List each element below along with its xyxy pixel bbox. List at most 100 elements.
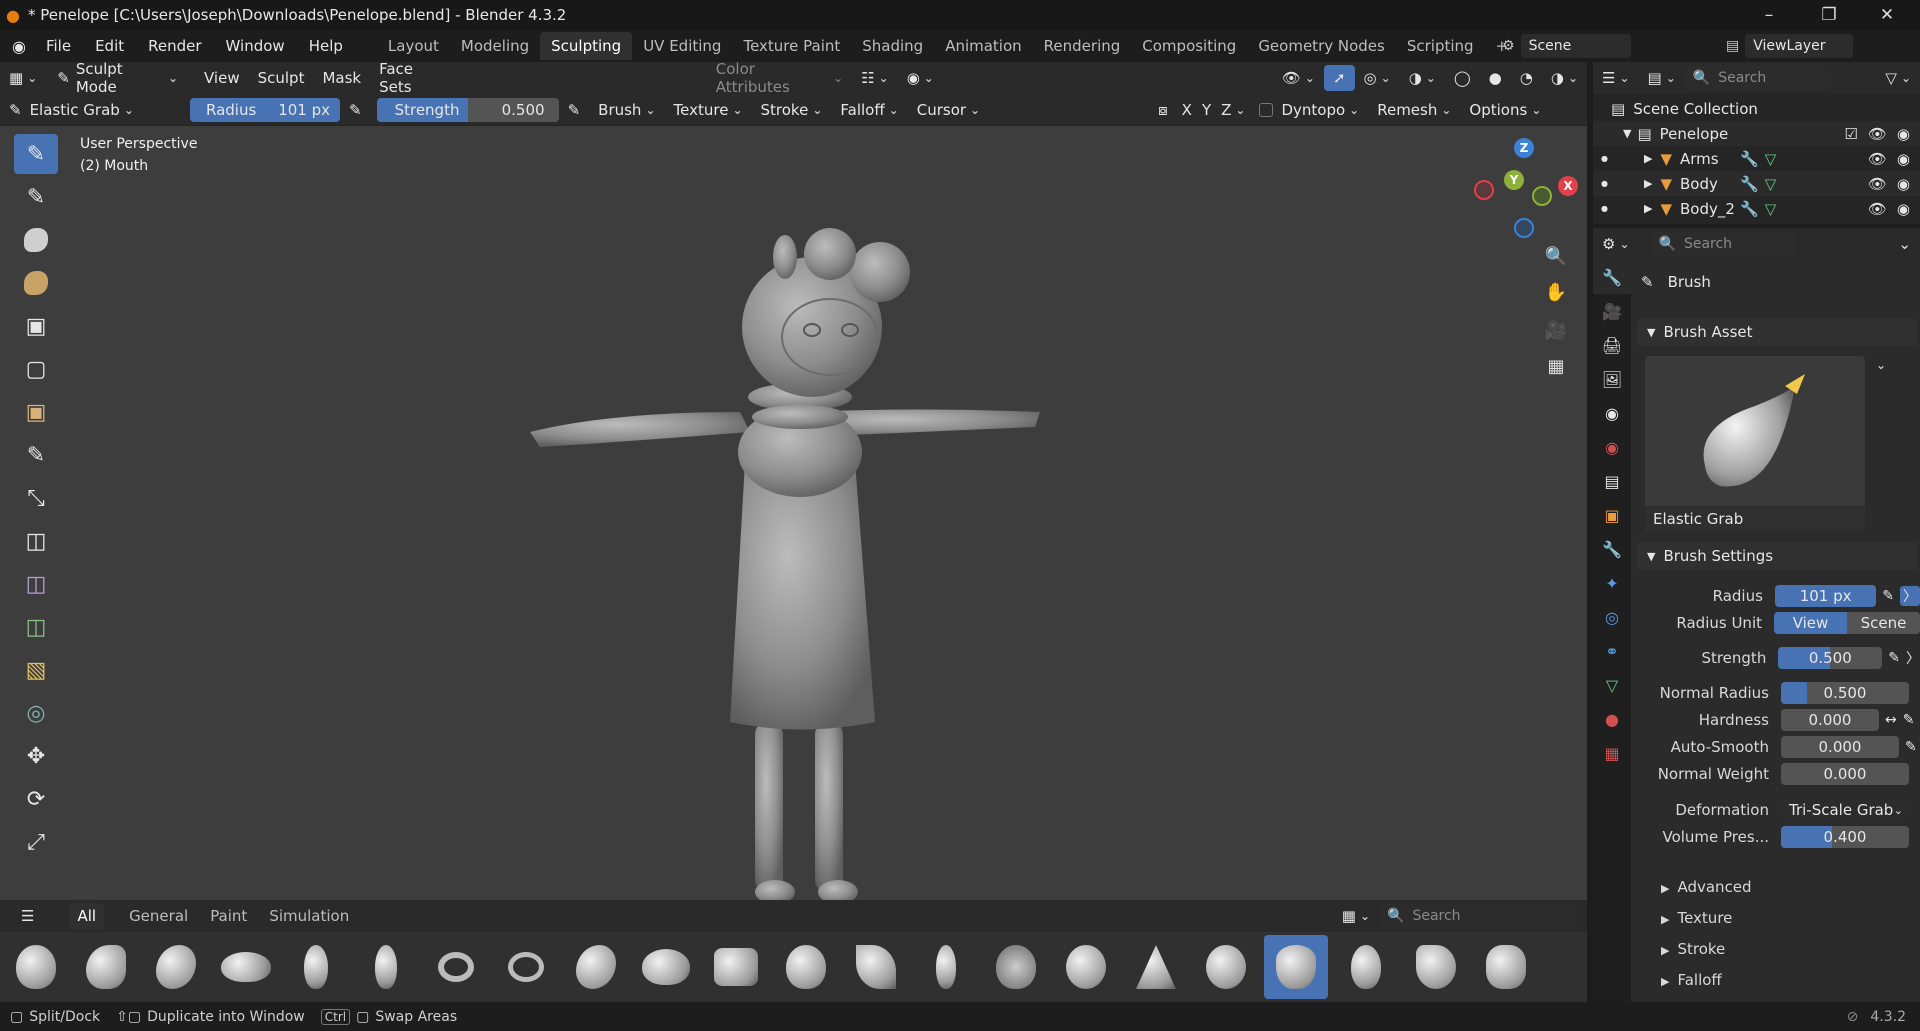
strength-pressure-icon[interactable]: ✎	[559, 97, 590, 123]
expand-chevron-icon[interactable]: ▶	[1644, 152, 1652, 165]
outliner-row-body-2[interactable]: ● ▶ ▼ Body_2 🔧 ▽ 👁 ◉	[1593, 196, 1920, 221]
navigation-gizmo[interactable]: Z X Y	[1470, 136, 1580, 246]
expand-chevron-icon[interactable]: ▼	[1623, 127, 1631, 140]
tab-rendering[interactable]: Rendering	[1033, 32, 1132, 60]
menu-edit[interactable]: Edit	[83, 37, 136, 55]
color-attributes-dropdown[interactable]: Color Attributes	[707, 60, 852, 96]
dyntopo-checkbox[interactable]	[1259, 102, 1274, 117]
axis-z-toggle[interactable]: Z	[1216, 97, 1250, 123]
outliner-row-body[interactable]: ● ▶ ▼ Body 🔧 ▽ 👁 ◉	[1593, 171, 1920, 196]
viewlayer-selector[interactable]: ▤ ViewLayer	[1726, 34, 1854, 58]
tab-scene-icon[interactable]: ◉	[1593, 396, 1631, 430]
xray-icon[interactable]: ◑	[1400, 65, 1445, 91]
strength-lock-icon[interactable]: 〉	[1906, 648, 1920, 668]
blender-menu-icon[interactable]: ◉	[0, 37, 34, 56]
brush-asset-clay[interactable]	[74, 935, 138, 999]
brush-asset-snake-hook[interactable]	[1334, 935, 1398, 999]
outliner-row-penelope[interactable]: ▼ ▤ Penelope ☑ 👁 ◉	[1593, 121, 1920, 146]
brush-asset-thumb[interactable]	[1404, 935, 1468, 999]
expand-chevron-icon[interactable]: ▶	[1644, 202, 1652, 215]
brush-asset-draw-facesets[interactable]	[564, 935, 628, 999]
brush-asset-elastic-grab[interactable]	[1264, 935, 1328, 999]
tab-shading[interactable]: Shading	[851, 32, 934, 60]
cursor-popover[interactable]: Cursor	[908, 97, 989, 123]
tab-constraints-icon[interactable]: ⚭	[1593, 634, 1631, 668]
gizmo-y-axis[interactable]: Y	[1504, 170, 1524, 190]
visibility-icon[interactable]: 👁	[1273, 65, 1324, 91]
viewlayer-field[interactable]: ViewLayer	[1745, 34, 1854, 58]
tab-compositing[interactable]: Compositing	[1131, 32, 1247, 60]
tool-paint[interactable]: ✎	[14, 177, 58, 217]
ortho-grid-icon[interactable]: ▦	[1540, 350, 1572, 382]
brush-asset-clay-strips[interactable]	[144, 935, 208, 999]
tab-geometry-nodes[interactable]: Geometry Nodes	[1247, 32, 1396, 60]
normal-radius-field[interactable]: 0.500	[1781, 682, 1909, 704]
subpanel-texture[interactable]: ▶ Texture	[1661, 909, 1732, 927]
normal-weight-field[interactable]: 0.000	[1781, 763, 1909, 785]
tab-collection-icon[interactable]: ▤	[1593, 464, 1631, 498]
shelf-display-icon[interactable]: ▦	[1333, 903, 1379, 929]
camera-view-icon[interactable]: 🎥	[1540, 314, 1572, 346]
brush-asset-fill[interactable]	[634, 935, 698, 999]
maximize-button[interactable]: ❐	[1800, 0, 1858, 30]
outliner-filter-icon[interactable]: ▽	[1876, 65, 1920, 91]
tab-output-icon[interactable]: 🖨	[1593, 328, 1631, 362]
tool-box-face-set[interactable]: ▣	[14, 392, 58, 432]
outliner-row-arms[interactable]: ● ▶ ▼ Arms 🔧 ▽ 👁 ◉	[1593, 146, 1920, 171]
tab-object-icon[interactable]: ▣	[1593, 498, 1631, 532]
tab-texture-paint[interactable]: Texture Paint	[732, 32, 851, 60]
tab-world-icon[interactable]: ◉	[1593, 430, 1631, 464]
render-camera-icon[interactable]: ◉	[1897, 175, 1910, 193]
visibility-eye-icon[interactable]: 👁	[1868, 125, 1887, 143]
tool-brush[interactable]: ✎	[14, 134, 58, 174]
radius-field[interactable]: 101 px	[1774, 585, 1877, 607]
subpanel-falloff[interactable]: ▶ Falloff	[1661, 971, 1722, 989]
radius-unit-lock-icon[interactable]: 〉	[1900, 586, 1920, 606]
gizmo-neg-y[interactable]	[1532, 186, 1552, 206]
shelf-menu-icon[interactable]: ☰	[12, 903, 43, 929]
shading-wireframe-icon[interactable]: ◯	[1445, 65, 1480, 91]
tool-mesh-filter[interactable]: ◫	[14, 521, 58, 561]
brush-popover[interactable]: Brush	[589, 97, 664, 123]
axis-x-toggle[interactable]: X	[1177, 97, 1197, 123]
radius-pressure-icon[interactable]: ✎	[340, 97, 371, 123]
asset-menu-chevron-icon[interactable]: ⌄	[1876, 358, 1886, 372]
gizmo-x-axis[interactable]: X	[1558, 176, 1578, 196]
tool-move[interactable]: ✥	[14, 736, 58, 776]
brush-asset-layer[interactable]	[844, 935, 908, 999]
zoom-icon[interactable]: 🔍	[1540, 240, 1572, 272]
pivot-icon[interactable]: ◉	[898, 65, 943, 91]
strength-pressure-icon[interactable]: ✎	[1888, 650, 1900, 666]
menu-window[interactable]: Window	[214, 37, 297, 55]
tool-box-mask[interactable]: ▣	[14, 306, 58, 346]
tool-edit-face-set[interactable]: ▧	[14, 650, 58, 690]
strength-slider[interactable]: Strength 0.500	[376, 97, 559, 122]
radius-pressure-icon[interactable]: ✎	[1882, 588, 1894, 604]
brush-asset-scrape[interactable]	[1054, 935, 1118, 999]
menu-help[interactable]: Help	[297, 37, 355, 55]
tab-modeling[interactable]: Modeling	[450, 32, 540, 60]
subpanel-stroke[interactable]: ▶ Stroke	[1661, 940, 1725, 958]
mode-selector[interactable]: ✎ Sculpt Mode	[48, 60, 187, 96]
subpanel-advanced[interactable]: ▶ Advanced	[1661, 878, 1752, 896]
hardness-pressure-icon[interactable]: ✎	[1903, 712, 1915, 728]
outliner-search-input[interactable]: 🔍 Search	[1684, 66, 1830, 90]
dyntopo-toggle[interactable]: Dyntopo	[1250, 97, 1368, 123]
render-camera-icon[interactable]: ◉	[1897, 125, 1910, 143]
tool-box-hide[interactable]: ▢	[14, 349, 58, 389]
brush-asset-crease-sharp[interactable]	[354, 935, 418, 999]
shading-material-icon[interactable]: ◔	[1511, 65, 1542, 91]
hardness-invert-icon[interactable]: ↔	[1885, 712, 1897, 728]
3d-viewport[interactable]	[0, 62, 1587, 1002]
auto-smooth-field[interactable]: 0.000	[1781, 736, 1899, 758]
brush-settings-panel-header[interactable]: ▼ Brush Settings	[1637, 542, 1917, 570]
properties-search-input[interactable]: 🔍 Search	[1650, 232, 1796, 256]
brush-asset-rotate[interactable]	[1194, 935, 1258, 999]
shelf-tab-simulation[interactable]: Simulation	[258, 902, 360, 930]
tab-scripting[interactable]: Scripting	[1396, 32, 1485, 60]
menu-view[interactable]: View	[195, 65, 249, 91]
tool-color-filter[interactable]: ◫	[14, 607, 58, 647]
exclude-checkbox[interactable]: ☑	[1844, 125, 1857, 143]
tool-line-project[interactable]: ⤡	[14, 478, 58, 518]
brush-asset-crease[interactable]	[284, 935, 348, 999]
